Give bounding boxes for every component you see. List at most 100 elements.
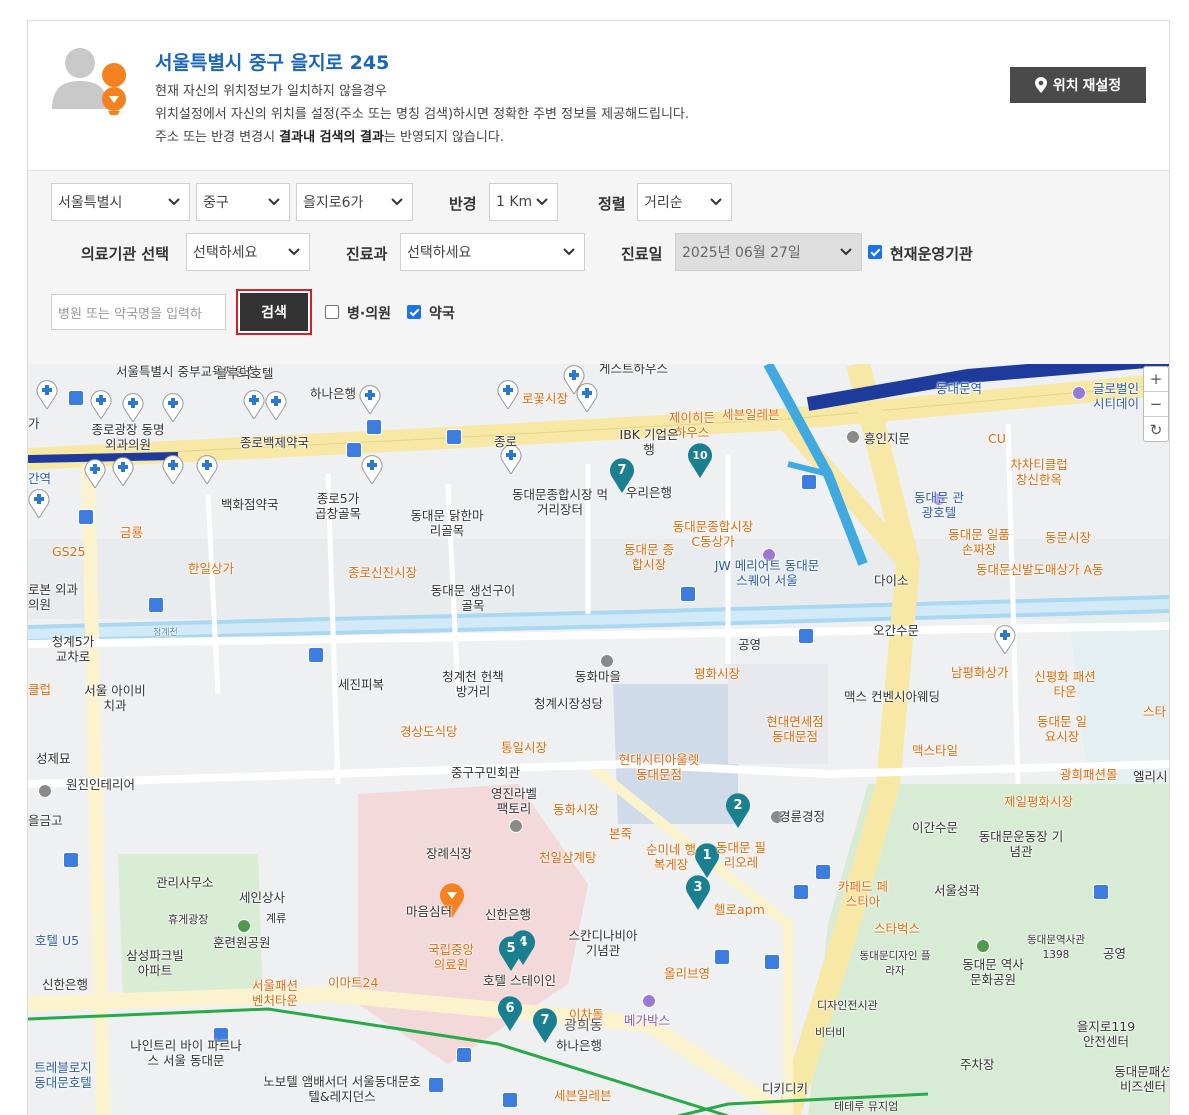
hospital-pin-icon[interactable] <box>196 454 218 484</box>
dong-select[interactable]: 을지로6가 <box>296 183 413 221</box>
map-label: 세븐일레븐 <box>554 1088 612 1103</box>
radius-select[interactable]: 1 Km <box>489 183 558 221</box>
chevron-down-icon <box>536 198 548 206</box>
map-label: 종로5가 곱창골목 <box>314 491 361 521</box>
map-label: 맥스 컨벤시아웨딩 <box>844 689 940 704</box>
bus-stop-icon <box>63 852 79 868</box>
hospital-pin-icon[interactable] <box>359 384 381 414</box>
map-label: 제일평화시장 <box>1004 794 1074 809</box>
hospital-pin-icon[interactable] <box>162 454 184 484</box>
hospital-pin-icon[interactable] <box>994 624 1016 654</box>
map-label: IBK 기업은행 <box>619 427 679 457</box>
cinema-icon <box>642 994 656 1008</box>
bus-stop-icon <box>680 586 696 602</box>
map-label: 스타벅스 <box>874 921 921 936</box>
map-label: 삼성파크빌 아파트 <box>126 948 184 978</box>
map-label: 훈련원공원 <box>213 935 271 950</box>
hospital-pin-icon[interactable] <box>497 379 519 409</box>
pharmacy-label: 약국 <box>429 306 455 322</box>
dong-select-value: 을지로6가 <box>303 195 364 211</box>
sort-select[interactable]: 거리순 <box>637 183 732 221</box>
pharmacy-marker-6[interactable]: 6 <box>497 995 523 1031</box>
pharmacy-marker-7[interactable]: 7 <box>532 1007 558 1043</box>
hospital-pin-icon[interactable] <box>576 382 598 412</box>
institution-select[interactable]: 선택하세요 <box>186 233 310 271</box>
hospital-pin-icon[interactable] <box>36 379 58 409</box>
map-label: 세븐일레븐 <box>722 407 780 422</box>
search-button[interactable]: 검색 <box>236 289 312 335</box>
map-label: 본죽 <box>609 826 633 841</box>
map-label: 스타 <box>1143 704 1167 719</box>
pharmacy-marker-3[interactable]: 3 <box>685 874 711 910</box>
map-label: CU <box>988 431 1006 446</box>
hospital-pin-icon[interactable] <box>112 456 134 486</box>
bus-stop-icon <box>764 954 780 970</box>
map-label: 이마트24 <box>328 975 379 990</box>
chevron-down-icon <box>710 198 722 206</box>
map-label: 블루덕호텔 <box>216 366 274 381</box>
map-label: 서울성곽 <box>934 883 981 898</box>
department-select[interactable]: 선택하세요 <box>400 233 585 271</box>
search-input[interactable]: 병원 또는 약국명을 입력하 <box>51 294 226 330</box>
hospital-pin-icon[interactable] <box>90 389 112 419</box>
map-label: 청계시장성당 <box>534 696 604 711</box>
map-label: 노보텔 앰배서더 서울동대문호텔&레지던스 <box>263 1074 421 1104</box>
map-label: 동대문종합시장 C동상가 <box>672 519 754 549</box>
date-select[interactable]: 2025년 06월 27일 <box>675 233 862 271</box>
chevron-down-icon <box>563 248 575 256</box>
map-label: 백화점약국 <box>221 497 279 512</box>
bus-stop-icon <box>502 1092 518 1108</box>
pharmacy-checkbox[interactable] <box>407 305 421 319</box>
hospital-pin-icon[interactable] <box>265 390 287 420</box>
zoom-out-button[interactable]: − <box>1144 392 1168 417</box>
city-select[interactable]: 서울특별시 <box>51 183 190 221</box>
map-label: 동대문종합시장 먹거리장터 <box>512 487 608 517</box>
map-label: 호텔 U5 <box>35 933 80 948</box>
pharmacy-marker-2[interactable]: 2 <box>725 792 751 828</box>
map-refresh-button[interactable]: ↻ <box>1144 417 1168 442</box>
hospital-pin-icon[interactable] <box>243 389 265 419</box>
map-label: 주차장 <box>960 1057 995 1072</box>
open-now-label: 현재운영기관 <box>890 245 973 263</box>
map-label: GS25 <box>52 544 86 559</box>
map-label: 동대문디자인 플라자 <box>859 950 931 977</box>
map-label: 종로신진시장 <box>348 565 418 580</box>
hospital-pin-icon[interactable] <box>84 458 106 488</box>
desc-line-2: 위치설정에서 자신의 위치를 설정(주소 또는 명칭 검색)하시면 정확한 주변… <box>155 107 689 122</box>
bus-stop-icon <box>346 442 362 458</box>
district-select-value: 중구 <box>203 195 229 211</box>
map-view[interactable]: 7 10 2 1 3 4 5 6 7 서울특별시 중부교육지원청 블루덕호텔 하… <box>28 364 1169 1115</box>
map-label: 금룡 <box>120 525 144 540</box>
hospital-pin-icon[interactable] <box>28 488 50 518</box>
map-label: 종로 <box>494 434 518 449</box>
hospital-pin-icon[interactable] <box>122 392 144 422</box>
marker-10-label: 10 <box>692 449 708 462</box>
reset-location-button[interactable]: 위치 재설정 <box>1010 67 1146 103</box>
current-address-title: 서울특별시 중구 을지로 245 <box>155 52 390 74</box>
map-label: 차차티클럽 창신한옥 <box>1010 457 1068 487</box>
map-label: 세인상사 <box>239 890 286 905</box>
map-label: 남평화상가 <box>951 665 1009 680</box>
map-label: 동대문 닭한마리골목 <box>410 508 484 538</box>
bus-stop-icon <box>308 647 324 663</box>
pharmacy-marker-10[interactable]: 10 <box>687 442 713 478</box>
map-label: 동대문역사관 1398 <box>1027 934 1085 961</box>
institution-label: 의료기관 선택 <box>81 245 170 263</box>
date-select-value: 2025년 06월 27일 <box>682 245 801 261</box>
map-label: 영진라벨 팩토리 <box>490 786 537 816</box>
bus-stop-icon <box>801 474 817 490</box>
hospital-checkbox[interactable] <box>325 305 339 319</box>
hospital-pin-icon[interactable] <box>162 392 184 422</box>
hospital-pin-icon[interactable] <box>361 454 383 484</box>
pharmacy-marker-5[interactable]: 5 <box>498 935 524 971</box>
map-label: 동문시장 <box>1045 530 1092 545</box>
bus-stop-icon <box>366 419 382 435</box>
radius-select-value: 1 Km <box>496 194 533 210</box>
open-now-checkbox[interactable] <box>868 245 882 259</box>
map-label: 원진인테리어 <box>66 777 136 792</box>
desc-line-3: 주소 또는 반경 변경시 결과내 검색의 결과는 반영되지 않습니다. <box>155 126 689 149</box>
district-select[interactable]: 중구 <box>196 183 290 221</box>
zoom-in-button[interactable]: + <box>1144 367 1168 392</box>
map-label: 경륜경정 <box>779 809 826 824</box>
map-label: 광희패션몰 <box>1060 767 1118 782</box>
